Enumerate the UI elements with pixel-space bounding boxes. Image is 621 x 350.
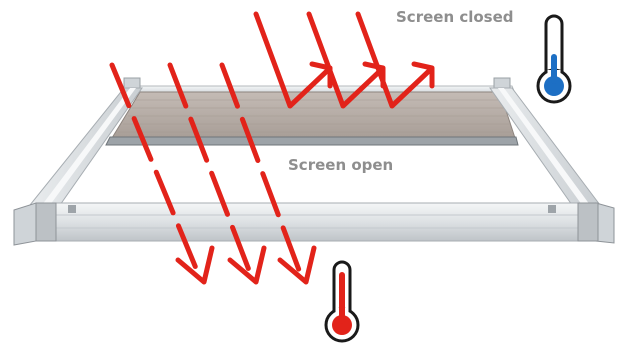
screen-diagram: Screen closed Screen open bbox=[0, 0, 621, 346]
screen-bottom-bar bbox=[105, 136, 519, 146]
frame-right-rail bbox=[489, 87, 602, 206]
screen-closed-label: Screen closed bbox=[396, 8, 514, 26]
screen-open-label: Screen open bbox=[288, 156, 394, 174]
frame-front-rail bbox=[13, 202, 615, 246]
thermometer-cool-icon bbox=[536, 14, 572, 104]
frame-left-rail bbox=[28, 87, 143, 206]
thermometer-hot-icon bbox=[324, 260, 360, 343]
screen-fabric-closed bbox=[111, 91, 516, 139]
